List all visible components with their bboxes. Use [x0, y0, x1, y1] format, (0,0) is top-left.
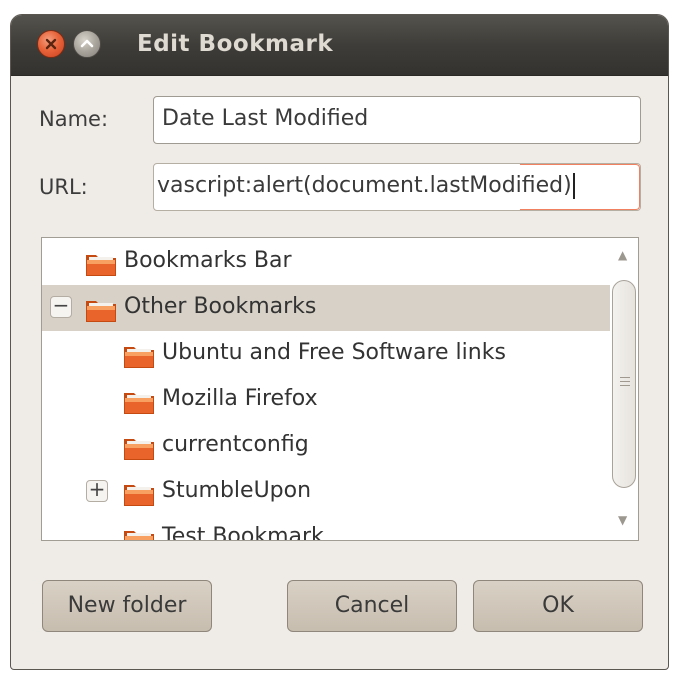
grip-line	[620, 381, 630, 382]
folder-tree[interactable]: Bookmarks Bar − Other Bookmarks Ubuntu and …	[41, 237, 639, 541]
folder-label: Bookmarks Bar	[124, 248, 292, 273]
folder-label: StumbleUpon	[162, 478, 312, 503]
maximize-button[interactable]	[73, 30, 101, 58]
window-title: Edit Bookmark	[137, 31, 334, 57]
scrollbar-thumb[interactable]	[612, 280, 636, 488]
folder-tree-row[interactable]: Bookmarks Bar	[42, 239, 612, 285]
folder-icon	[124, 531, 154, 540]
folder-icon	[124, 439, 154, 460]
folder-icon	[124, 393, 154, 414]
folder-icon	[86, 255, 116, 276]
scroll-up-icon[interactable]: ▲	[618, 248, 627, 262]
ok-button[interactable]: OK	[473, 580, 643, 632]
name-label: Name:	[39, 107, 109, 131]
expander-symbol: +	[88, 477, 106, 501]
focus-highlight	[520, 164, 640, 210]
new-folder-button[interactable]: New folder	[42, 580, 212, 632]
grip-line	[620, 385, 630, 386]
folder-icon	[124, 347, 154, 368]
folder-tree-row[interactable]: + StumbleUpon	[42, 469, 612, 515]
grip-line	[620, 377, 630, 378]
folder-label: Mozilla Firefox	[162, 386, 318, 411]
cancel-button[interactable]: Cancel	[287, 580, 457, 632]
collapse-icon[interactable]: −	[50, 293, 72, 318]
folder-icon	[124, 485, 154, 506]
folder-tree-row[interactable]: Ubuntu and Free Software links	[42, 331, 612, 377]
edit-bookmark-dialog: Edit Bookmark Name: Date Last Modified U…	[10, 14, 669, 670]
folder-label: currentconfig	[162, 432, 309, 457]
url-input-value: vascript:alert(document.lastModified)	[157, 173, 572, 198]
scroll-down-icon[interactable]: ▼	[618, 513, 627, 527]
folder-icon	[86, 301, 116, 322]
expand-icon[interactable]: +	[86, 477, 108, 502]
url-label: URL:	[39, 175, 88, 199]
folder-label: Ubuntu and Free Software links	[162, 340, 506, 365]
folder-tree-row[interactable]: − Other Bookmarks	[42, 285, 612, 331]
folder-tree-row[interactable]: Mozilla Firefox	[42, 377, 612, 423]
close-button[interactable]	[37, 30, 65, 58]
close-icon	[45, 38, 57, 50]
vertical-scrollbar[interactable]: ▲ ▼	[610, 238, 638, 540]
expander-symbol: −	[52, 293, 70, 317]
maximize-icon	[80, 39, 94, 48]
title-bar[interactable]: Edit Bookmark	[11, 15, 668, 76]
folder-tree-rows: Bookmarks Bar − Other Bookmarks Ubuntu and …	[42, 238, 612, 540]
folder-label: Test Bookmark	[162, 524, 324, 540]
folder-tree-row[interactable]: Test Bookmark	[42, 515, 612, 540]
folder-label: Other Bookmarks	[124, 294, 317, 319]
folder-tree-row[interactable]: currentconfig	[42, 423, 612, 469]
url-input[interactable]: vascript:alert(document.lastModified)	[153, 163, 641, 211]
name-input-value: Date Last Modified	[162, 106, 369, 131]
name-input[interactable]: Date Last Modified	[153, 96, 641, 144]
